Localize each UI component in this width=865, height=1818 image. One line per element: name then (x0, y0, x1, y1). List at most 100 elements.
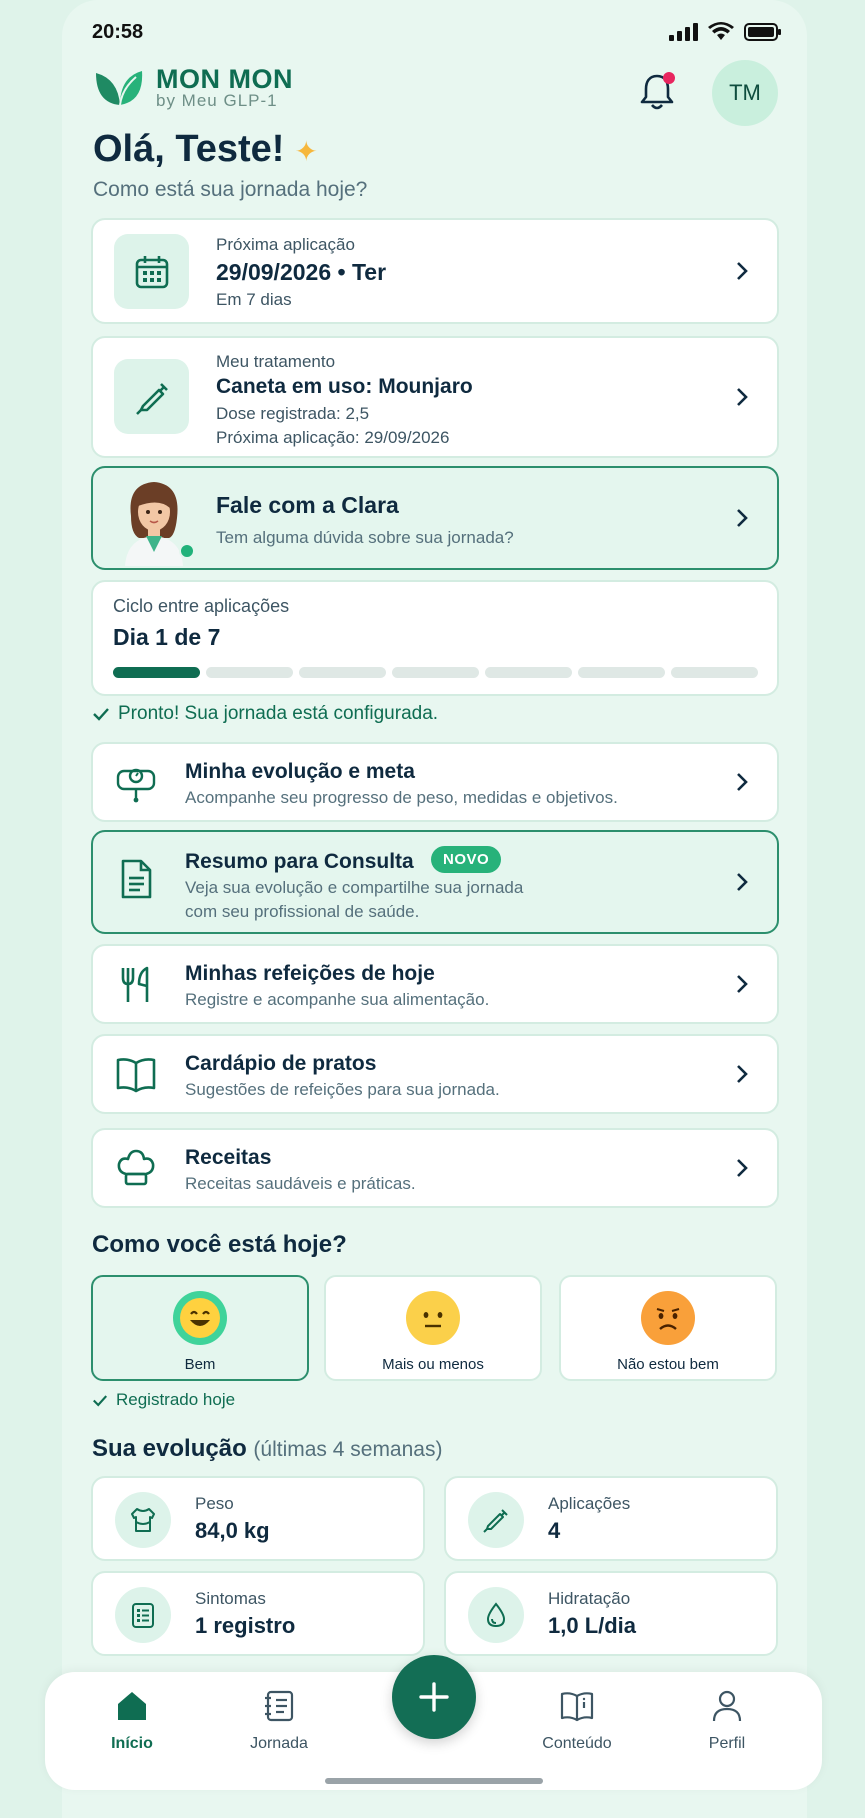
menu-subtitle: Acompanhe seu progresso de peso, medidas… (185, 788, 618, 807)
scale-progress-icon (116, 768, 156, 803)
water-drop-icon (486, 1602, 506, 1628)
menu-item-meals[interactable]: Minhas refeições de hoje Registre e acom… (91, 944, 779, 1024)
add-button[interactable] (392, 1655, 476, 1739)
next-application-label: Próxima aplicação (216, 235, 355, 254)
clara-title: Fale com a Clara (216, 492, 399, 518)
stat-value: 1,0 L/dia (548, 1613, 637, 1638)
menu-item-recipes[interactable]: Receitas Receitas saudáveis e práticas. (91, 1128, 779, 1208)
stat-symptoms[interactable]: Sintomas 1 registro (91, 1571, 425, 1656)
plus-icon (419, 1682, 449, 1712)
menu-item-menu-dishes[interactable]: Cardápio de pratos Sugestões de refeiçõe… (91, 1034, 779, 1114)
chevron-right-icon (737, 509, 748, 527)
wifi-icon (708, 22, 734, 40)
chevron-right-icon (737, 773, 748, 791)
pen-icon-box (114, 359, 189, 434)
stat-applications[interactable]: Aplicações 4 (444, 1476, 778, 1561)
mood-registered-text: Registrado hoje (116, 1390, 236, 1409)
stat-label: Peso (195, 1494, 234, 1513)
progress-segment (485, 667, 572, 678)
syringe-icon (483, 1509, 508, 1533)
menu-title: Minha evolução e meta (185, 760, 415, 783)
nav-label: Início (111, 1735, 153, 1752)
stat-hydration[interactable]: Hidratação 1,0 L/dia (444, 1571, 778, 1656)
happy-face-icon (173, 1291, 227, 1345)
mood-option-not-well[interactable]: Não estou bem (559, 1275, 777, 1381)
menu-item-consultation-summary[interactable]: Resumo para Consulta NOVO Veja sua evolu… (91, 830, 779, 934)
calendar-icon-box (114, 234, 189, 309)
stat-value: 1 registro (195, 1613, 296, 1638)
sad-face-icon (641, 1291, 695, 1345)
progress-segment (206, 667, 293, 678)
mood-section-title: Como você está hoje? (92, 1231, 347, 1258)
checklist-icon (132, 1603, 154, 1628)
menu-subtitle: Sugestões de refeições para sua jornada. (185, 1080, 500, 1099)
progress-segment (578, 667, 665, 678)
open-book-icon (116, 1058, 156, 1093)
cycle-card: Ciclo entre aplicações Dia 1 de 7 (91, 580, 779, 696)
menu-subtitle: Receitas saudáveis e práticas. (185, 1174, 416, 1193)
nav-label: Perfil (708, 1735, 746, 1752)
next-application-card[interactable]: Próxima aplicação 29/09/2026 • Ter Em 7 … (91, 218, 779, 324)
stat-label: Hidratação (548, 1589, 631, 1608)
ready-message-text: Pronto! Sua jornada está configurada. (118, 703, 439, 724)
mood-label: Não estou bem (617, 1356, 719, 1373)
home-icon (118, 1692, 146, 1720)
status-time: 20:58 (92, 20, 144, 43)
home-indicator (325, 1778, 543, 1784)
stat-label: Sintomas (195, 1589, 266, 1608)
greeting-text: Olá, Teste! (93, 128, 285, 170)
next-application-date: 29/09/2026 • Ter (216, 259, 387, 285)
injection-pen-icon (135, 382, 168, 415)
nav-journey[interactable]: Jornada (224, 1688, 334, 1753)
next-application-countdown: Em 7 dias (216, 290, 292, 309)
mood-option-so-so[interactable]: Mais ou menos (324, 1275, 542, 1381)
menu-title: Resumo para Consulta (185, 850, 414, 873)
evolution-period: (últimas 4 semanas) (253, 1438, 443, 1461)
chef-hat-icon (117, 1149, 155, 1186)
treatment-pen: Caneta em uso: Mounjaro (216, 375, 473, 398)
treatment-next: Próxima aplicação: 29/09/2026 (216, 428, 450, 447)
mood-label: Bem (184, 1356, 216, 1373)
chevron-right-icon (737, 388, 748, 406)
menu-title: Minhas refeições de hoje (185, 962, 435, 985)
document-icon (121, 859, 152, 899)
clara-chat-card[interactable]: Fale com a Clara Tem alguma dúvida sobre… (91, 466, 779, 570)
evolution-section-title: Sua evolução (últimas 4 semanas) (92, 1435, 442, 1463)
menu-item-evolution[interactable]: Minha evolução e meta Acompanhe seu prog… (91, 742, 779, 822)
menu-subtitle: Registre e acompanhe sua alimentação. (185, 990, 490, 1009)
weight-icon-box (115, 1492, 171, 1548)
menu-subtitle: com seu profissional de saúde. (185, 902, 420, 921)
nav-content[interactable]: Conteúdo (522, 1688, 632, 1753)
new-badge: NOVO (431, 846, 502, 873)
treatment-card[interactable]: Meu tratamento Caneta em uso: Mounjaro D… (91, 336, 779, 458)
symptoms-icon-box (115, 1587, 171, 1643)
applications-icon-box (468, 1492, 524, 1548)
check-icon (93, 1394, 108, 1406)
chevron-right-icon (737, 1065, 748, 1083)
neutral-face-icon (406, 1291, 460, 1345)
chevron-right-icon (737, 975, 748, 993)
book-info-icon (560, 1692, 594, 1722)
stat-label: Aplicações (548, 1494, 631, 1513)
sparkle-icon: ✦ (294, 136, 318, 167)
progress-segment (671, 667, 758, 678)
menu-subtitle: Veja sua evolução e compartilhe sua jorn… (185, 878, 524, 897)
notification-bell-icon[interactable] (637, 70, 677, 114)
menu-title: Receitas (185, 1146, 272, 1169)
app-header: MON MON by Meu GLP-1 TM (92, 58, 780, 128)
nav-home[interactable]: Início (77, 1688, 187, 1753)
progress-segment (113, 667, 200, 678)
stat-weight[interactable]: Peso 84,0 kg (91, 1476, 425, 1561)
leaf-logo-icon (96, 71, 143, 106)
mood-option-good[interactable]: Bem (91, 1275, 309, 1381)
menu-title: Cardápio de pratos (185, 1052, 377, 1075)
nav-profile[interactable]: Perfil (672, 1688, 782, 1753)
user-avatar[interactable]: TM (712, 60, 778, 126)
treatment-dose: Dose registrada: 2,5 (216, 404, 370, 423)
brand-name: MON MON (156, 64, 293, 94)
hydration-icon-box (468, 1587, 524, 1643)
brand-logo[interactable]: MON MON by Meu GLP-1 (92, 66, 293, 110)
chevron-right-icon (737, 262, 748, 280)
signal-icon (669, 23, 698, 41)
online-status-dot (179, 543, 195, 559)
